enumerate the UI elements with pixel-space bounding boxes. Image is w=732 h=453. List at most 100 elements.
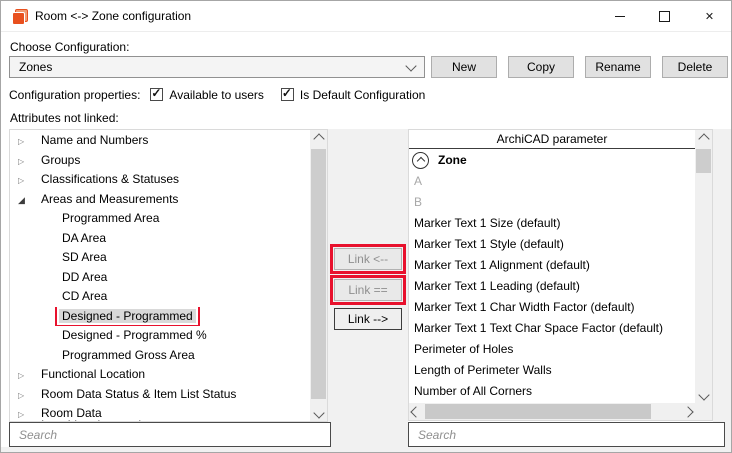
tree-item-label[interactable]: Name and Numbers	[38, 133, 151, 147]
tree-item[interactable]: Designed - Programmed %	[10, 326, 310, 346]
tree-item[interactable]: ▷Name and Numbers	[10, 131, 310, 151]
right-margin-background	[713, 129, 732, 453]
tree-item-label[interactable]: Designed - Programmed %	[59, 328, 210, 342]
parameter-item[interactable]: Marker Text 1 Leading (default)	[409, 276, 695, 297]
scroll-right-icon	[682, 406, 693, 417]
parameter-header: ArchiCAD parameter	[409, 130, 695, 149]
minimize-icon	[615, 16, 625, 17]
scrollbar-thumb[interactable]	[696, 149, 711, 173]
tree-item[interactable]: ▷Classifications & Statuses	[10, 170, 310, 190]
link-button[interactable]: Link -->	[334, 308, 402, 330]
parameter-item[interactable]: Length of Perimeter Walls	[409, 360, 695, 381]
tree-item-label[interactable]: Programmed Area	[59, 211, 162, 225]
maximize-icon	[659, 11, 670, 22]
scroll-up-button[interactable]	[310, 130, 327, 147]
app-icon-front-square	[12, 12, 25, 25]
tree-item[interactable]: Programmed Gross Area	[10, 346, 310, 366]
tree-item-label[interactable]: Areas and Measurements	[38, 192, 181, 206]
close-button[interactable]: ✕	[687, 1, 732, 31]
copy-button[interactable]: Copy	[508, 56, 574, 78]
scroll-right-button[interactable]	[681, 403, 695, 420]
tree-item[interactable]: Designed - Programmed	[10, 307, 310, 327]
tree-collapsed-icon[interactable]: ▷	[18, 132, 38, 151]
attributes-not-linked-label: Attributes not linked:	[10, 111, 119, 125]
scroll-up-button[interactable]	[695, 130, 712, 147]
tree-item-label[interactable]: Designed - Programmed	[59, 309, 196, 323]
configuration-properties-row: Configuration properties: ✓Available to …	[9, 86, 442, 103]
checkmark-icon: ✓	[282, 86, 292, 100]
config-checkboxes: ✓Available to users✓Is Default Configura…	[150, 88, 442, 102]
tree-item-label[interactable]: CD Area	[59, 289, 110, 303]
tree-item[interactable]: SD Area	[10, 248, 310, 268]
tree-search-input[interactable]	[9, 422, 331, 447]
tree-collapsed-icon[interactable]: ▷	[18, 171, 38, 190]
tree-item-label[interactable]: DD Area	[59, 270, 110, 284]
tree-item-label[interactable]: Groups	[38, 153, 83, 167]
tree-item[interactable]: DD Area	[10, 268, 310, 288]
parameter-item[interactable]: Number of All Corners	[409, 381, 695, 402]
parameter-item[interactable]: Perimeter of Holes	[409, 339, 695, 360]
configuration-dropdown-value: Zones	[19, 57, 52, 77]
parameter-item[interactable]: Marker Text 1 Char Width Factor (default…	[409, 297, 695, 318]
room-zone-configuration-dialog: Room <-> Zone configuration ✕ Choose Con…	[0, 0, 732, 453]
tree-item-label[interactable]: DA Area	[59, 231, 109, 245]
tree-item-label[interactable]: Classifications & Statuses	[38, 172, 182, 186]
scrollbar-thumb[interactable]	[425, 404, 651, 419]
scroll-down-icon	[313, 407, 324, 418]
checkbox[interactable]: ✓	[150, 88, 163, 101]
tree-expanded-icon[interactable]: ◢	[18, 191, 38, 210]
parameter-item[interactable]: Marker Text 1 Alignment (default)	[409, 255, 695, 276]
tree-item[interactable]: ▷Functional Location	[10, 365, 310, 385]
parameter-item[interactable]: Marker Text 1 Style (default)	[409, 234, 695, 255]
checkbox-pair: ✓ Available to users	[150, 88, 264, 102]
chevron-down-icon	[405, 60, 416, 71]
annotation-box: Link ==	[330, 275, 406, 305]
tree-collapsed-icon[interactable]: ▷	[18, 386, 38, 405]
attributes-tree: ▷Name and Numbers▷Groups▷Classifications…	[10, 131, 310, 422]
tree-item[interactable]: ▷Room Data Status & Item List Status	[10, 385, 310, 405]
tree-collapsed-icon[interactable]: ▷	[18, 152, 38, 171]
checkbox-label: Available to users	[169, 88, 264, 102]
parameter-item[interactable]: Marker Text 1 Text Char Space Factor (de…	[409, 318, 695, 339]
config-buttons: New Copy Rename Delete	[431, 56, 731, 78]
tree-item[interactable]: Programmed Area	[10, 209, 310, 229]
maximize-button[interactable]	[642, 1, 687, 31]
attributes-tree-panel: ▷Name and Numbers▷Groups▷Classifications…	[9, 129, 328, 422]
link-button[interactable]: Link ==	[334, 279, 402, 301]
tree-item-label[interactable]: Functional Location	[38, 367, 148, 381]
tree-vertical-scrollbar[interactable]	[310, 130, 327, 421]
scroll-down-button[interactable]	[310, 404, 327, 421]
bottom-margin-background	[1, 447, 732, 453]
parameter-item[interactable]: Marker Text 1 Size (default)	[409, 213, 695, 234]
rename-button[interactable]: Rename	[585, 56, 651, 78]
chevron-up-icon	[416, 157, 424, 165]
collapse-circle-icon[interactable]	[412, 152, 429, 169]
scrollbar-thumb[interactable]	[311, 149, 326, 399]
parameter-horizontal-scrollbar[interactable]	[409, 403, 695, 420]
configuration-dropdown[interactable]: Zones	[9, 56, 425, 78]
tree-collapsed-icon[interactable]: ▷	[18, 366, 38, 385]
tree-item[interactable]: ◢Areas and Measurements	[10, 190, 310, 210]
parameter-group-row[interactable]: Zone	[409, 149, 695, 171]
parameter-vertical-scrollbar[interactable]	[695, 130, 712, 403]
tree-item[interactable]: ▷Groups	[10, 151, 310, 171]
parameter-item[interactable]: A	[409, 171, 695, 192]
tree-item[interactable]: CD Area	[10, 287, 310, 307]
parameter-search-input[interactable]	[408, 422, 725, 447]
checkbox[interactable]: ✓	[281, 88, 294, 101]
link-buttons: Link <-- Link == Link -->	[330, 244, 410, 330]
tree-item-label[interactable]: SD Area	[59, 250, 110, 264]
link-button[interactable]: Link <--	[334, 248, 402, 270]
choose-configuration-label: Choose Configuration:	[10, 40, 129, 54]
scroll-down-button[interactable]	[695, 386, 712, 403]
minimize-button[interactable]	[597, 1, 642, 31]
tree-item-label[interactable]: Programmed Gross Area	[59, 348, 198, 362]
tree-item-label[interactable]: Room Data Status & Item List Status	[38, 387, 239, 401]
delete-button[interactable]: Delete	[662, 56, 728, 78]
parameter-item[interactable]: B	[409, 192, 695, 213]
new-button[interactable]: New	[431, 56, 497, 78]
link-button-wrap: Link -->	[334, 308, 402, 330]
scroll-down-icon	[698, 389, 709, 400]
tree-item[interactable]: DA Area	[10, 229, 310, 249]
scroll-left-button[interactable]	[409, 403, 423, 420]
